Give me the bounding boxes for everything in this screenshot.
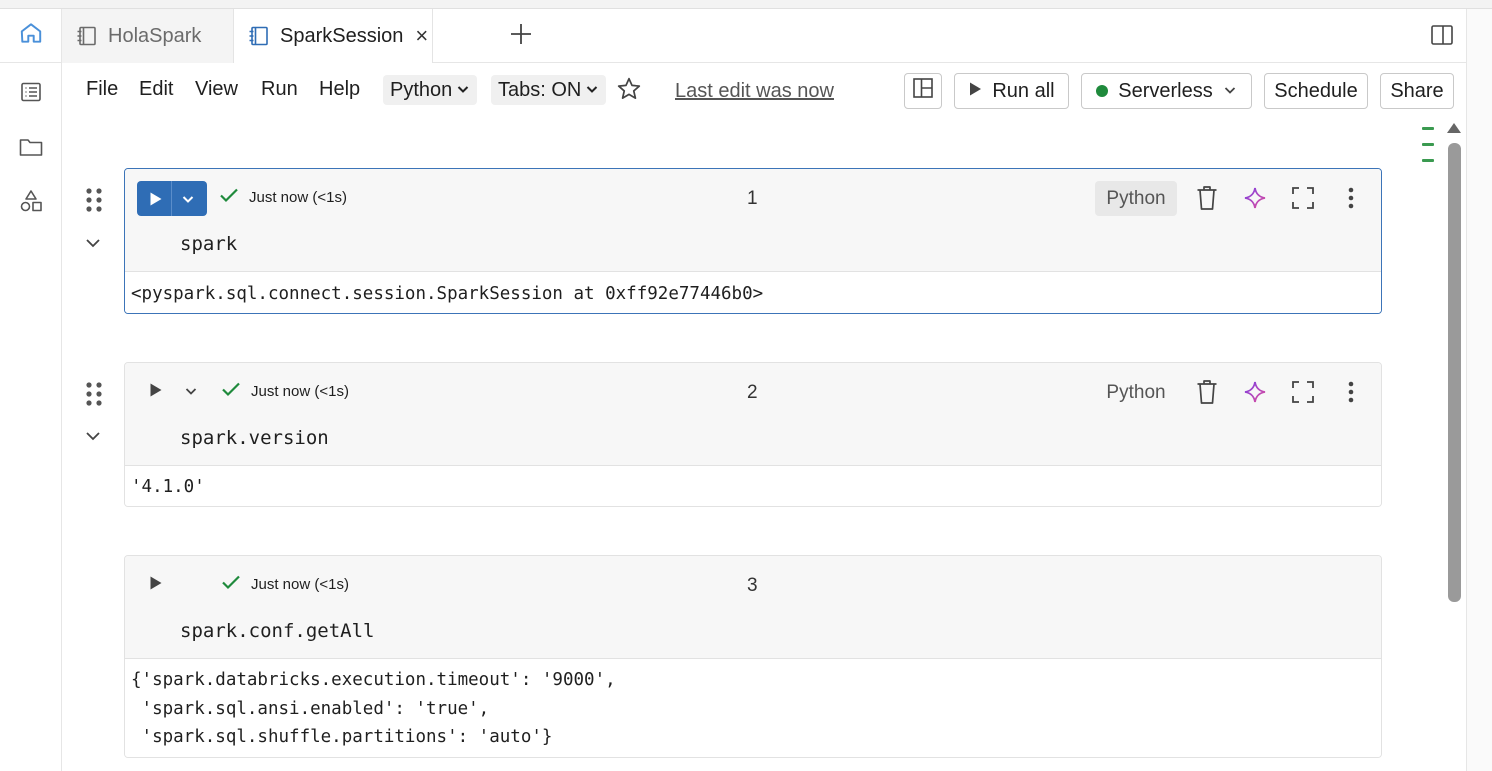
notebook-icon — [248, 25, 270, 47]
trash-icon[interactable] — [1194, 378, 1220, 406]
code-editor-content[interactable]: spark.conf.getAll — [180, 620, 374, 642]
cell-editor[interactable]: Just now (<1s) 3 spark.conf.getAll — [125, 556, 1381, 658]
expand-fullscreen-icon[interactable] — [1290, 378, 1316, 406]
language-label: Python — [390, 78, 453, 101]
schedule-label: Schedule — [1274, 79, 1358, 102]
toggle-side-panel-button[interactable] — [1430, 23, 1456, 49]
schedule-button[interactable]: Schedule — [1264, 73, 1368, 109]
home-icon — [18, 20, 44, 51]
run-all-button[interactable]: Run all — [954, 73, 1069, 109]
split-panel-icon — [1430, 25, 1454, 51]
window-top-edge — [0, 0, 1492, 9]
chevron-down-icon — [1223, 80, 1237, 103]
plus-icon — [509, 22, 533, 51]
tab-bar: HolaSpark SparkSession × — [62, 9, 1466, 63]
right-panel-strip — [1466, 9, 1492, 771]
layout-grid-icon — [912, 77, 934, 105]
cell-output: '4.1.0' — [125, 465, 1381, 506]
home-button[interactable] — [0, 9, 62, 63]
last-edit-link[interactable]: Last edit was now — [675, 80, 834, 103]
scroll-up-arrow-icon[interactable] — [1447, 123, 1461, 133]
chevron-down-icon[interactable] — [184, 384, 198, 398]
cell-run-status: Just now (<1s) — [221, 381, 349, 401]
cell-status-text: Just now (<1s) — [251, 382, 349, 400]
compute-status-dot — [1096, 85, 1109, 97]
layout-button[interactable] — [904, 73, 942, 109]
checkmark-icon — [221, 381, 241, 401]
collapse-cell-chevron-icon[interactable] — [84, 236, 104, 255]
cell-editor[interactable]: Just now (<1s) 2 Python spark.version — [125, 363, 1381, 465]
folder-icon[interactable] — [18, 134, 44, 160]
cell-number: 2 — [747, 382, 758, 403]
minimap-cell-marker — [1422, 159, 1434, 162]
notebook-cell-3[interactable]: Just now (<1s) 3 spark.conf.getAll {'spa… — [124, 555, 1382, 758]
run-all-label: Run all — [992, 79, 1055, 102]
cell-language-badge[interactable]: Python — [1095, 375, 1177, 410]
more-options-icon[interactable] — [1338, 378, 1364, 406]
notebook-cell-2[interactable]: Just now (<1s) 2 Python spark.version '4… — [124, 362, 1382, 507]
play-icon — [968, 80, 982, 103]
tab-holaspark[interactable]: HolaSpark — [62, 9, 234, 63]
cell-status-text: Just now (<1s) — [251, 575, 349, 593]
notebook-icon — [76, 25, 98, 47]
notebook-menu-bar: File Edit View Run Help Python Tabs: ON … — [62, 63, 1466, 119]
tab-sparksession[interactable]: SparkSession × — [234, 9, 433, 63]
cell-number: 3 — [747, 575, 758, 596]
menu-help[interactable]: Help — [319, 78, 360, 101]
cell-number: 1 — [747, 188, 758, 209]
language-selector[interactable]: Python — [383, 75, 478, 105]
cell-output: {'spark.databricks.execution.timeout': '… — [125, 658, 1381, 757]
more-options-icon[interactable] — [1338, 184, 1364, 212]
collapse-cell-chevron-icon[interactable] — [84, 429, 104, 448]
shapes-catalog-icon[interactable] — [18, 188, 44, 214]
close-icon[interactable]: × — [415, 23, 428, 49]
play-icon — [149, 575, 163, 596]
minimap-cell-marker — [1422, 143, 1434, 146]
cell-drag-handle[interactable] — [84, 187, 104, 218]
run-cell-button[interactable] — [149, 575, 163, 596]
compute-selector[interactable]: Serverless — [1081, 73, 1252, 109]
left-rail — [0, 9, 62, 771]
menu-run[interactable]: Run — [261, 78, 298, 101]
cell-run-status: Just now (<1s) — [219, 187, 347, 207]
cell-minimap[interactable] — [1422, 127, 1436, 175]
chevron-down-icon[interactable] — [181, 192, 195, 206]
cell-output: <pyspark.sql.connect.session.SparkSessio… — [125, 271, 1381, 313]
menu-file[interactable]: File — [86, 78, 118, 101]
scrollbar-thumb[interactable] — [1448, 143, 1461, 602]
compute-label: Serverless — [1118, 79, 1213, 102]
expand-fullscreen-icon[interactable] — [1290, 184, 1316, 212]
notebook-cell-1[interactable]: Just now (<1s) 1 Python spark <pyspark.s… — [124, 168, 1382, 314]
cell-status-text: Just now (<1s) — [249, 188, 347, 206]
cell-language-badge[interactable]: Python — [1095, 181, 1177, 216]
chevron-down-icon — [456, 79, 470, 102]
trash-icon[interactable] — [1194, 184, 1220, 212]
new-tab-button[interactable] — [506, 9, 536, 63]
run-cell-button[interactable] — [149, 382, 163, 403]
menu-view[interactable]: View — [195, 78, 238, 101]
assistant-sparkle-icon[interactable] — [1242, 378, 1268, 406]
favorite-star-icon[interactable] — [616, 76, 642, 107]
checkmark-icon — [219, 187, 239, 207]
chevron-down-icon — [585, 79, 599, 102]
table-of-contents-icon[interactable] — [18, 79, 44, 105]
checkmark-icon — [221, 574, 241, 594]
tab-label: HolaSpark — [108, 24, 202, 47]
play-icon — [149, 382, 163, 403]
menu-edit[interactable]: Edit — [139, 78, 173, 101]
tab-label: SparkSession — [280, 24, 404, 47]
code-editor-content[interactable]: spark — [180, 233, 237, 255]
play-icon — [149, 191, 163, 207]
share-label: Share — [1390, 79, 1444, 102]
run-cell-button[interactable] — [137, 181, 207, 216]
assistant-sparkle-icon[interactable] — [1242, 184, 1268, 212]
tabs-mode-label: Tabs: ON — [498, 78, 582, 101]
cell-run-status: Just now (<1s) — [221, 574, 349, 594]
tabs-mode-selector[interactable]: Tabs: ON — [491, 75, 607, 105]
cell-editor[interactable]: Just now (<1s) 1 Python spark — [125, 169, 1381, 271]
code-editor-content[interactable]: spark.version — [180, 427, 329, 449]
cell-drag-handle[interactable] — [84, 381, 104, 412]
minimap-cell-marker — [1422, 127, 1434, 130]
share-button[interactable]: Share — [1380, 73, 1454, 109]
